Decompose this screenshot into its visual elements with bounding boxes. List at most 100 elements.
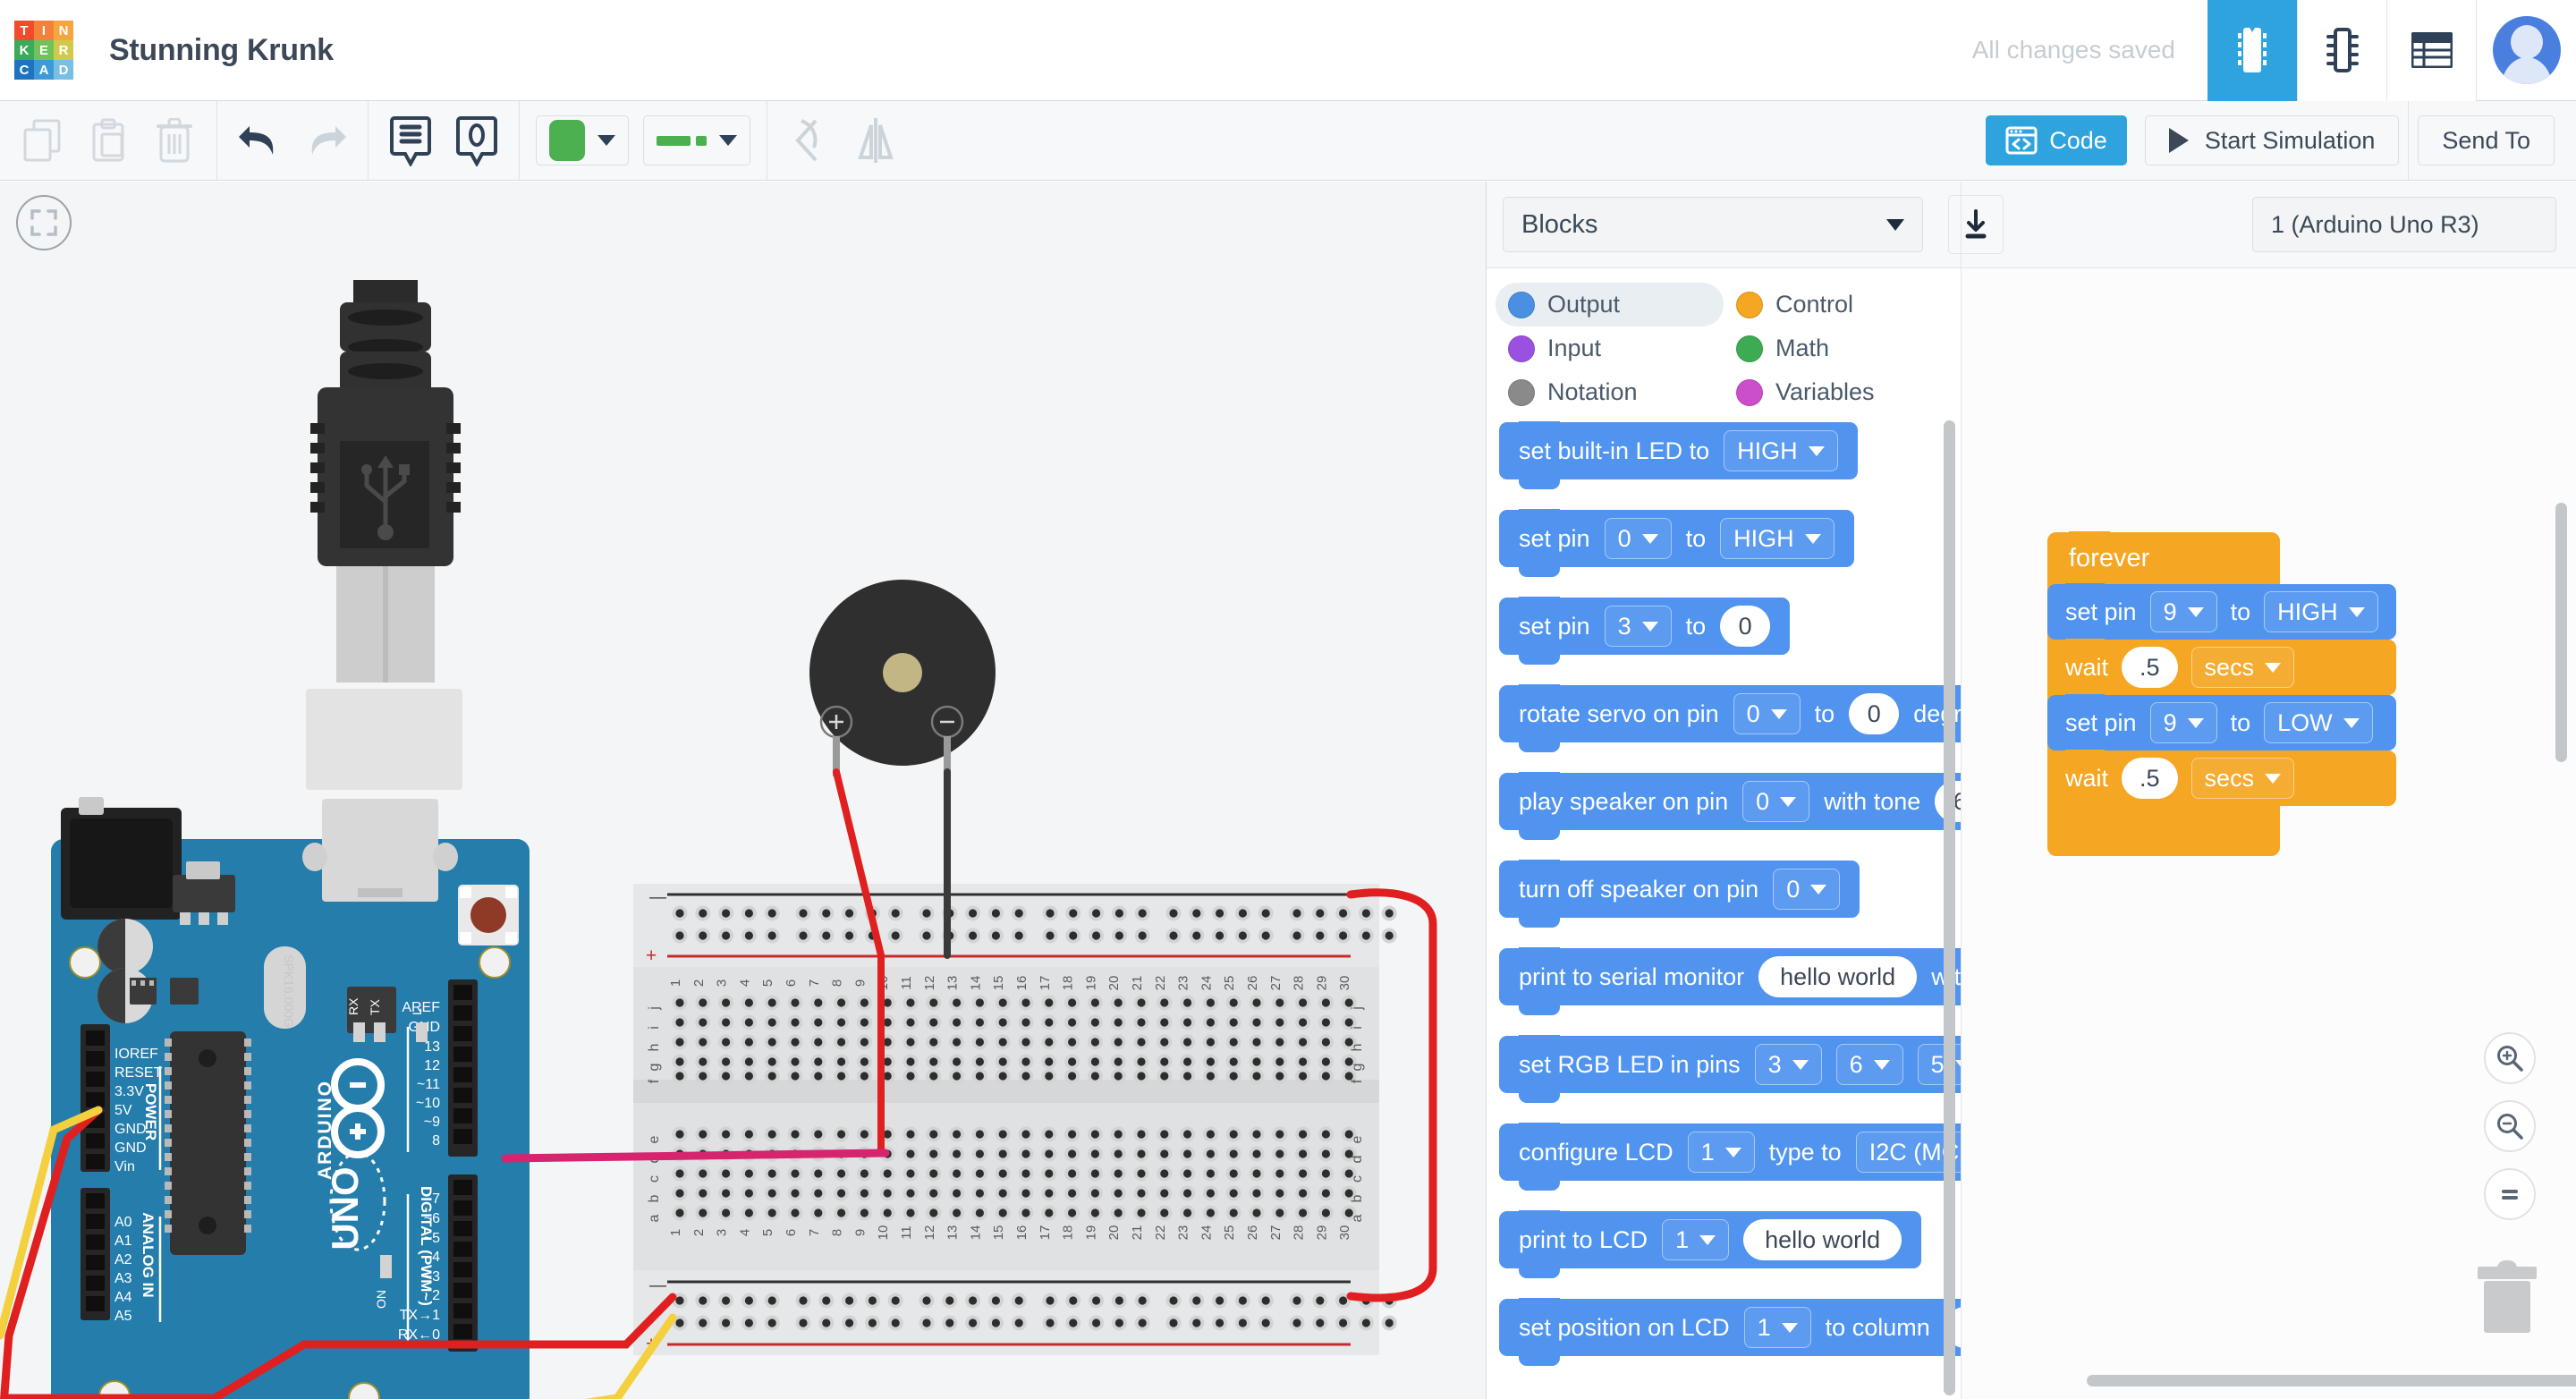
paste-icon[interactable] xyxy=(75,101,141,181)
breadboard-hole[interactable] xyxy=(818,1315,835,1331)
block-number-field[interactable]: 0 xyxy=(1720,606,1771,647)
breadboard-hole[interactable] xyxy=(834,1034,850,1050)
breadboard-hole[interactable] xyxy=(1110,1054,1126,1070)
breadboard-hole[interactable] xyxy=(741,928,757,944)
breadboard-hole[interactable] xyxy=(764,1126,780,1142)
breadboard-hole[interactable] xyxy=(887,905,903,921)
breadboard-hole[interactable] xyxy=(695,995,711,1011)
breadboard-hole[interactable] xyxy=(1180,1068,1196,1084)
breadboard-hole[interactable] xyxy=(971,1185,987,1201)
breadboard-hole[interactable] xyxy=(926,1185,942,1201)
palette-block[interactable]: set pin 3 to 0 xyxy=(1499,597,1791,665)
breadboard-hole[interactable] xyxy=(1064,1126,1080,1142)
breadboard-hole[interactable] xyxy=(1087,995,1103,1011)
breadboard-hole[interactable] xyxy=(764,1054,780,1070)
breadboard-hole[interactable] xyxy=(987,1293,1004,1309)
breadboard-hole[interactable] xyxy=(787,1185,803,1201)
breadboard-hole[interactable] xyxy=(926,1126,942,1142)
breadboard-hole[interactable] xyxy=(987,905,1004,921)
breadboard-hole[interactable] xyxy=(1202,1185,1218,1201)
breadboard-hole[interactable] xyxy=(1180,1034,1196,1050)
breadboard-hole[interactable] xyxy=(842,905,858,921)
breadboard-hole[interactable] xyxy=(1202,1014,1218,1030)
breadboard-hole[interactable] xyxy=(672,905,688,921)
breadboard-hole[interactable] xyxy=(764,1205,780,1221)
block-dropdown-field[interactable]: 0 xyxy=(1742,781,1810,822)
breadboard-hole[interactable] xyxy=(1133,1146,1149,1162)
breadboard-hole[interactable] xyxy=(1180,1014,1196,1030)
block-text-field[interactable]: hello world xyxy=(1743,1219,1902,1260)
breadboard-hole[interactable] xyxy=(741,1185,757,1201)
breadboard-hole[interactable] xyxy=(1018,1054,1034,1070)
breadboard-hole[interactable] xyxy=(1295,1166,1311,1182)
breadboard-hole[interactable] xyxy=(1157,1014,1173,1030)
breadboard-hole[interactable] xyxy=(995,1166,1011,1182)
block-dropdown-field[interactable]: HIGH xyxy=(1724,430,1838,471)
breadboard-hole[interactable] xyxy=(672,928,688,944)
breadboard-hole[interactable] xyxy=(926,1068,942,1084)
breadboard-hole[interactable] xyxy=(965,1293,981,1309)
breadboard-hole[interactable] xyxy=(1064,1205,1080,1221)
breadboard-hole[interactable] xyxy=(1089,1293,1105,1309)
breadboard-hole[interactable] xyxy=(764,1014,780,1030)
breadboard-hole[interactable] xyxy=(834,1185,850,1201)
breadboard-hole[interactable] xyxy=(1335,928,1352,944)
breadboard-hole[interactable] xyxy=(902,1146,919,1162)
breadboard-hole[interactable] xyxy=(1180,1166,1196,1182)
breadboard-hole[interactable] xyxy=(971,1126,987,1142)
breadboard-hole[interactable] xyxy=(695,1315,711,1331)
breadboard-hole[interactable] xyxy=(1041,1014,1057,1030)
breadboard-hole[interactable] xyxy=(1295,1054,1311,1070)
breadboard-hole[interactable] xyxy=(1089,905,1105,921)
breadboard-hole[interactable] xyxy=(1110,1014,1126,1030)
breadboard-hole[interactable] xyxy=(787,1166,803,1182)
breadboard-hole[interactable] xyxy=(764,1034,780,1050)
breadboard-hole[interactable] xyxy=(1249,1166,1265,1182)
breadboard-hole[interactable] xyxy=(1133,1014,1149,1030)
breadboard-hole[interactable] xyxy=(995,1185,1011,1201)
breadboard-hole[interactable] xyxy=(1202,1126,1218,1142)
breadboard-hole[interactable] xyxy=(987,1315,1004,1331)
breadboard-hole[interactable] xyxy=(1318,1034,1334,1050)
redo-icon[interactable] xyxy=(292,101,359,181)
palette-block[interactable]: turn off speaker on pin 0 xyxy=(1499,860,1860,928)
workspace-horizontal-scrollbar[interactable] xyxy=(2087,1375,2576,1386)
breadboard-hole[interactable] xyxy=(995,1034,1011,1050)
breadboard-hole[interactable] xyxy=(1041,1034,1057,1050)
breadboard-hole[interactable] xyxy=(787,1034,803,1050)
breadboard-hole[interactable] xyxy=(741,1166,757,1182)
zoom-in-icon[interactable] xyxy=(2484,1032,2536,1084)
block-dropdown-field[interactable]: 1 xyxy=(1687,1132,1755,1173)
breadboard-hole[interactable] xyxy=(842,1315,858,1331)
breadboard-hole[interactable] xyxy=(1087,1185,1103,1201)
breadboard-hole[interactable] xyxy=(718,1054,734,1070)
breadboard-hole[interactable] xyxy=(1011,905,1027,921)
breadboard-hole[interactable] xyxy=(1018,995,1034,1011)
breadboard-hole[interactable] xyxy=(834,1126,850,1142)
breadboard-hole[interactable] xyxy=(926,1146,942,1162)
breadboard-hole[interactable] xyxy=(1249,1146,1265,1162)
breadboard-hole[interactable] xyxy=(695,1126,711,1142)
breadboard-hole[interactable] xyxy=(1318,995,1334,1011)
breadboard-hole[interactable] xyxy=(971,1146,987,1162)
breadboard-hole[interactable] xyxy=(1157,1205,1173,1221)
breadboard-hole[interactable] xyxy=(718,1068,734,1084)
breadboard-hole[interactable] xyxy=(787,1054,803,1070)
breadboard-hole[interactable] xyxy=(1064,1054,1080,1070)
breadboard-hole[interactable] xyxy=(1089,1315,1105,1331)
breadboard-hole[interactable] xyxy=(887,928,903,944)
code-workspace[interactable]: forever set pin 9 to HIGH wait .5 secs set pin 9… xyxy=(1962,268,2576,1399)
wire-style-picker[interactable] xyxy=(643,115,750,165)
notes-icon[interactable] xyxy=(377,101,444,181)
code-mode-dropdown[interactable]: Blocks xyxy=(1503,197,1923,252)
breadboard-hole[interactable] xyxy=(995,1068,1011,1084)
breadboard-hole[interactable] xyxy=(1134,1315,1150,1331)
breadboard-hole[interactable] xyxy=(1249,995,1265,1011)
workspace-block[interactable]: wait .5 secs xyxy=(2047,639,2396,695)
breadboard-hole[interactable] xyxy=(1335,905,1352,921)
breadboard-hole[interactable] xyxy=(1295,1126,1311,1142)
breadboard-hole[interactable] xyxy=(795,928,811,944)
breadboard-hole[interactable] xyxy=(818,905,835,921)
breadboard-hole[interactable] xyxy=(741,995,757,1011)
breadboard-hole[interactable] xyxy=(1134,905,1150,921)
